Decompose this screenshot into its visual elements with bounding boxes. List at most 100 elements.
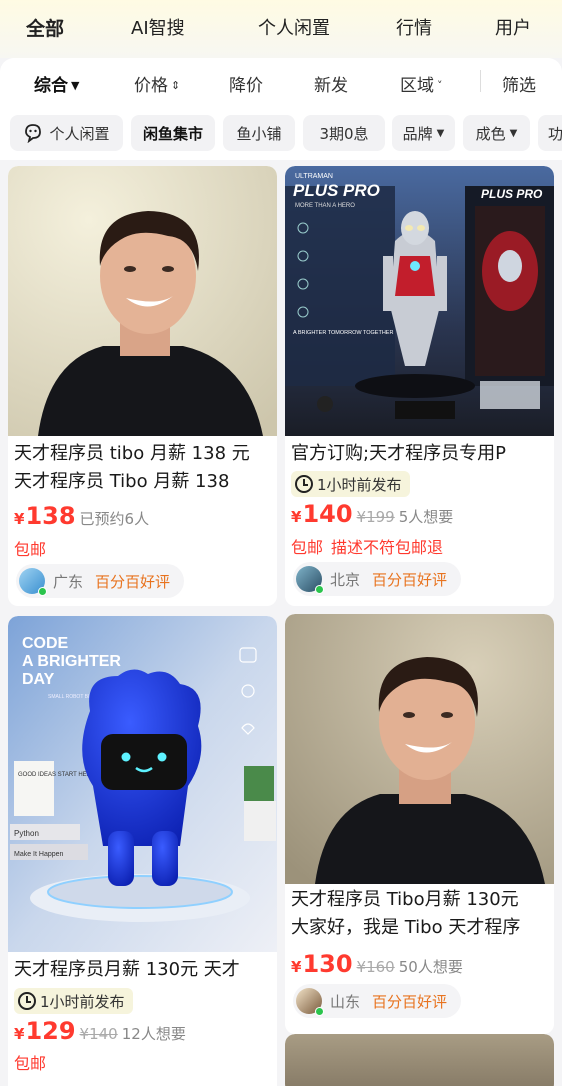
online-dot [315, 1007, 324, 1016]
original-price: ¥140 [79, 1025, 118, 1043]
box-side-product-text: PLUS PRO [481, 187, 543, 201]
tag-row: 包邮 [14, 536, 273, 560]
product-image [8, 166, 277, 436]
chip-brand[interactable]: 品牌 ▼ [392, 115, 455, 151]
sort-newest[interactable]: 新发 [314, 71, 348, 96]
box-tagline-text: MORE THAN A HERO [295, 203, 355, 209]
sort-price-drop[interactable]: 降价 [229, 71, 263, 96]
online-dot [38, 587, 47, 596]
chip-xianyu-market[interactable]: 闲鱼集市 [131, 115, 215, 151]
sort-comprehensive-label: 综合 [34, 76, 68, 96]
chevron-down-icon: ˅ [437, 79, 443, 92]
price-value: 129 [25, 1017, 76, 1045]
robot-product-photo: CODE A BRIGHTER DAY SMALL ROBOT BIG IDEA… [8, 616, 277, 952]
tag-row: 包邮 描述不符包邮退 [291, 534, 550, 558]
free-shipping-tag: 包邮 [291, 538, 324, 557]
note-text: GOOD IDEAS START HERE [18, 772, 95, 778]
price-row: ¥130 ¥160 50人想要 [291, 950, 550, 978]
headline-day: DAY [22, 671, 55, 688]
avatar [296, 988, 324, 1016]
seller-info[interactable]: 山东 百分百好评 [293, 984, 462, 1018]
seller-location: 广东 [53, 572, 84, 591]
return-policy-tag: 描述不符包邮退 [331, 538, 444, 557]
seller-rating: 百分百好评 [372, 992, 448, 1011]
avatar [296, 566, 324, 594]
product-card[interactable] [285, 1034, 554, 1086]
fish-face-icon [25, 124, 42, 143]
headline-brighter: A BRIGHTER [22, 653, 121, 670]
price-value: 138 [25, 502, 76, 530]
tab-market[interactable]: 行情 [396, 14, 432, 40]
price-value: 140 [302, 500, 353, 528]
product-card[interactable]: CODE A BRIGHTER DAY SMALL ROBOT BIG IDEA… [8, 616, 277, 1086]
original-price: ¥199 [356, 508, 395, 526]
product-image [285, 614, 554, 884]
filter-button[interactable]: 筛选 [502, 71, 536, 96]
product-card[interactable]: 天才程序员 tibo 月薪 138 元 天才程序员 Tibo 月薪 138 ¥1… [8, 166, 277, 606]
sort-region[interactable]: 区域 ˅ [400, 71, 443, 96]
tag-row: 包邮 [14, 1050, 273, 1074]
product-card[interactable]: ULTRAMAN PLUS PRO MORE THAN A HERO PLUS … [285, 166, 554, 606]
chevron-down-icon: ▼ [509, 127, 518, 139]
product-image: ULTRAMAN PLUS PRO MORE THAN A HERO PLUS … [285, 166, 554, 436]
price-row: ¥140 ¥199 5人想要 [291, 500, 550, 528]
sort-price[interactable]: 价格 ⇕ [134, 71, 180, 96]
product-title: 天才程序员月薪 130元 天才 [14, 959, 240, 980]
chip-brand-label: 品牌 [402, 124, 433, 143]
top-tab-bar: 全部 AI智搜 个人闲置 行情 用户 [0, 0, 562, 58]
filter-chip-row: 个人闲置 闲鱼集市 鱼小铺 3期0息 品牌 ▼ 成色 ▼ 功 [0, 106, 562, 160]
product-image [285, 1034, 554, 1086]
sort-price-label: 价格 [134, 76, 168, 96]
free-shipping-tag: 包邮 [14, 540, 47, 559]
sort-comprehensive[interactable]: 综合 ▼ [34, 71, 79, 96]
price-row: ¥129 ¥140 12人想要 [14, 1017, 273, 1045]
publish-time-badge: 1小时前发布 [14, 988, 133, 1014]
slogan-text: A BRIGHTER TOMORROW TOGETHER [293, 330, 393, 336]
chip-fish-shop[interactable]: 鱼小铺 [223, 115, 295, 151]
want-count: 12人想要 [121, 1025, 186, 1043]
price: ¥130 [291, 950, 353, 978]
tab-users[interactable]: 用户 [495, 14, 531, 40]
product-image: CODE A BRIGHTER DAY SMALL ROBOT BIG IDEA… [8, 616, 277, 952]
want-count: 50人想要 [398, 958, 463, 976]
want-count: 已预约6人 [79, 510, 150, 528]
chip-installment[interactable]: 3期0息 [303, 115, 385, 151]
publish-time-text: 1小时前发布 [317, 475, 402, 494]
chip-personal-idle[interactable]: 个人闲置 [10, 115, 123, 151]
book-python-text: Python [14, 829, 39, 838]
ultraman-product-photo: ULTRAMAN PLUS PRO MORE THAN A HERO PLUS … [285, 166, 554, 436]
clock-icon [18, 992, 36, 1010]
seller-rating: 百分百好评 [95, 572, 171, 591]
chip-condition-label: 成色 [475, 124, 506, 143]
product-title: 天才程序员 tibo 月薪 138 元 [14, 443, 250, 464]
publish-time-badge: 1小时前发布 [291, 471, 410, 497]
online-dot [315, 585, 324, 594]
seller-info[interactable]: 北京 百分百好评 [293, 562, 462, 596]
sort-region-label: 区域 [400, 76, 434, 96]
publish-time-text: 1小时前发布 [40, 992, 125, 1011]
box-product-text: PLUS PRO [293, 181, 380, 200]
box-brand-text: ULTRAMAN [295, 173, 333, 180]
seller-info[interactable]: 广东 百分百好评 [16, 564, 185, 598]
avatar [19, 568, 47, 596]
tab-personal-idle[interactable]: 个人闲置 [258, 14, 330, 40]
chevron-down-icon: ▼ [71, 79, 80, 92]
want-count: 5人想要 [398, 508, 454, 526]
price: ¥129 [14, 1017, 76, 1045]
price-value: 130 [302, 950, 353, 978]
tab-ai-search[interactable]: AI智搜 [131, 14, 185, 40]
sort-bar: 综合 ▼ 价格 ⇕ 降价 新发 区域 ˅ 筛选 [0, 58, 562, 106]
product-title-line-2: 大家好，我是 Tibo 天才程序 [291, 917, 521, 938]
chip-function[interactable]: 功 [538, 115, 562, 151]
headline-code: CODE [22, 635, 69, 652]
price-row: ¥138 已预约6人 [14, 502, 273, 530]
chevron-down-icon: ▼ [436, 127, 445, 139]
chip-condition[interactable]: 成色 ▼ [463, 115, 530, 151]
seller-location: 山东 [330, 992, 361, 1011]
seller-location: 北京 [330, 570, 361, 589]
product-title-line-2: 天才程序员 Tibo 月薪 138 [14, 471, 230, 492]
product-card[interactable]: 天才程序员 Tibo月薪 130元 大家好，我是 Tibo 天才程序 ¥130 ¥… [285, 614, 554, 1034]
book-make-text: Make It Happen [14, 851, 64, 858]
tab-all[interactable]: 全部 [24, 14, 67, 41]
free-shipping-tag: 包邮 [14, 1054, 47, 1073]
